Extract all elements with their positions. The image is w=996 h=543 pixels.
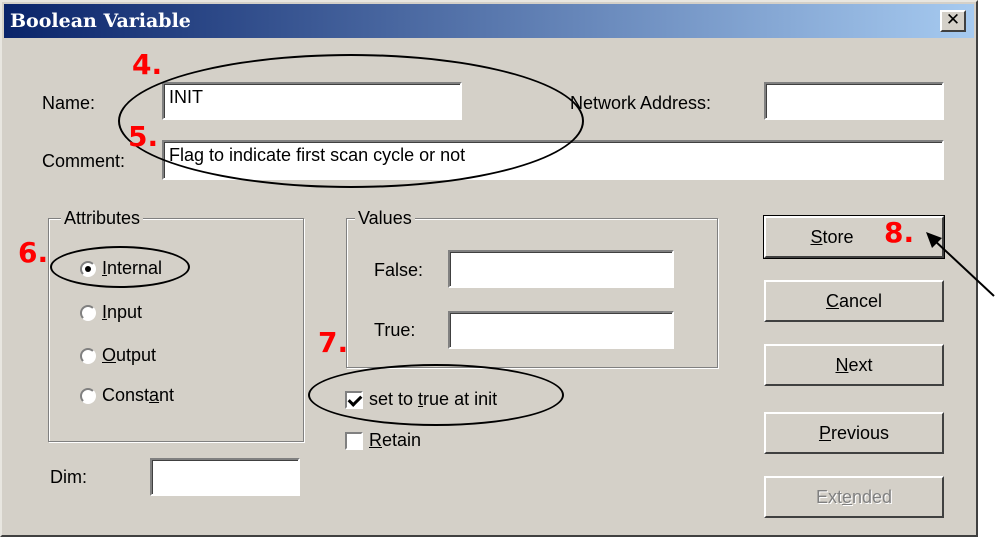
annotation-arrow xyxy=(926,232,995,297)
